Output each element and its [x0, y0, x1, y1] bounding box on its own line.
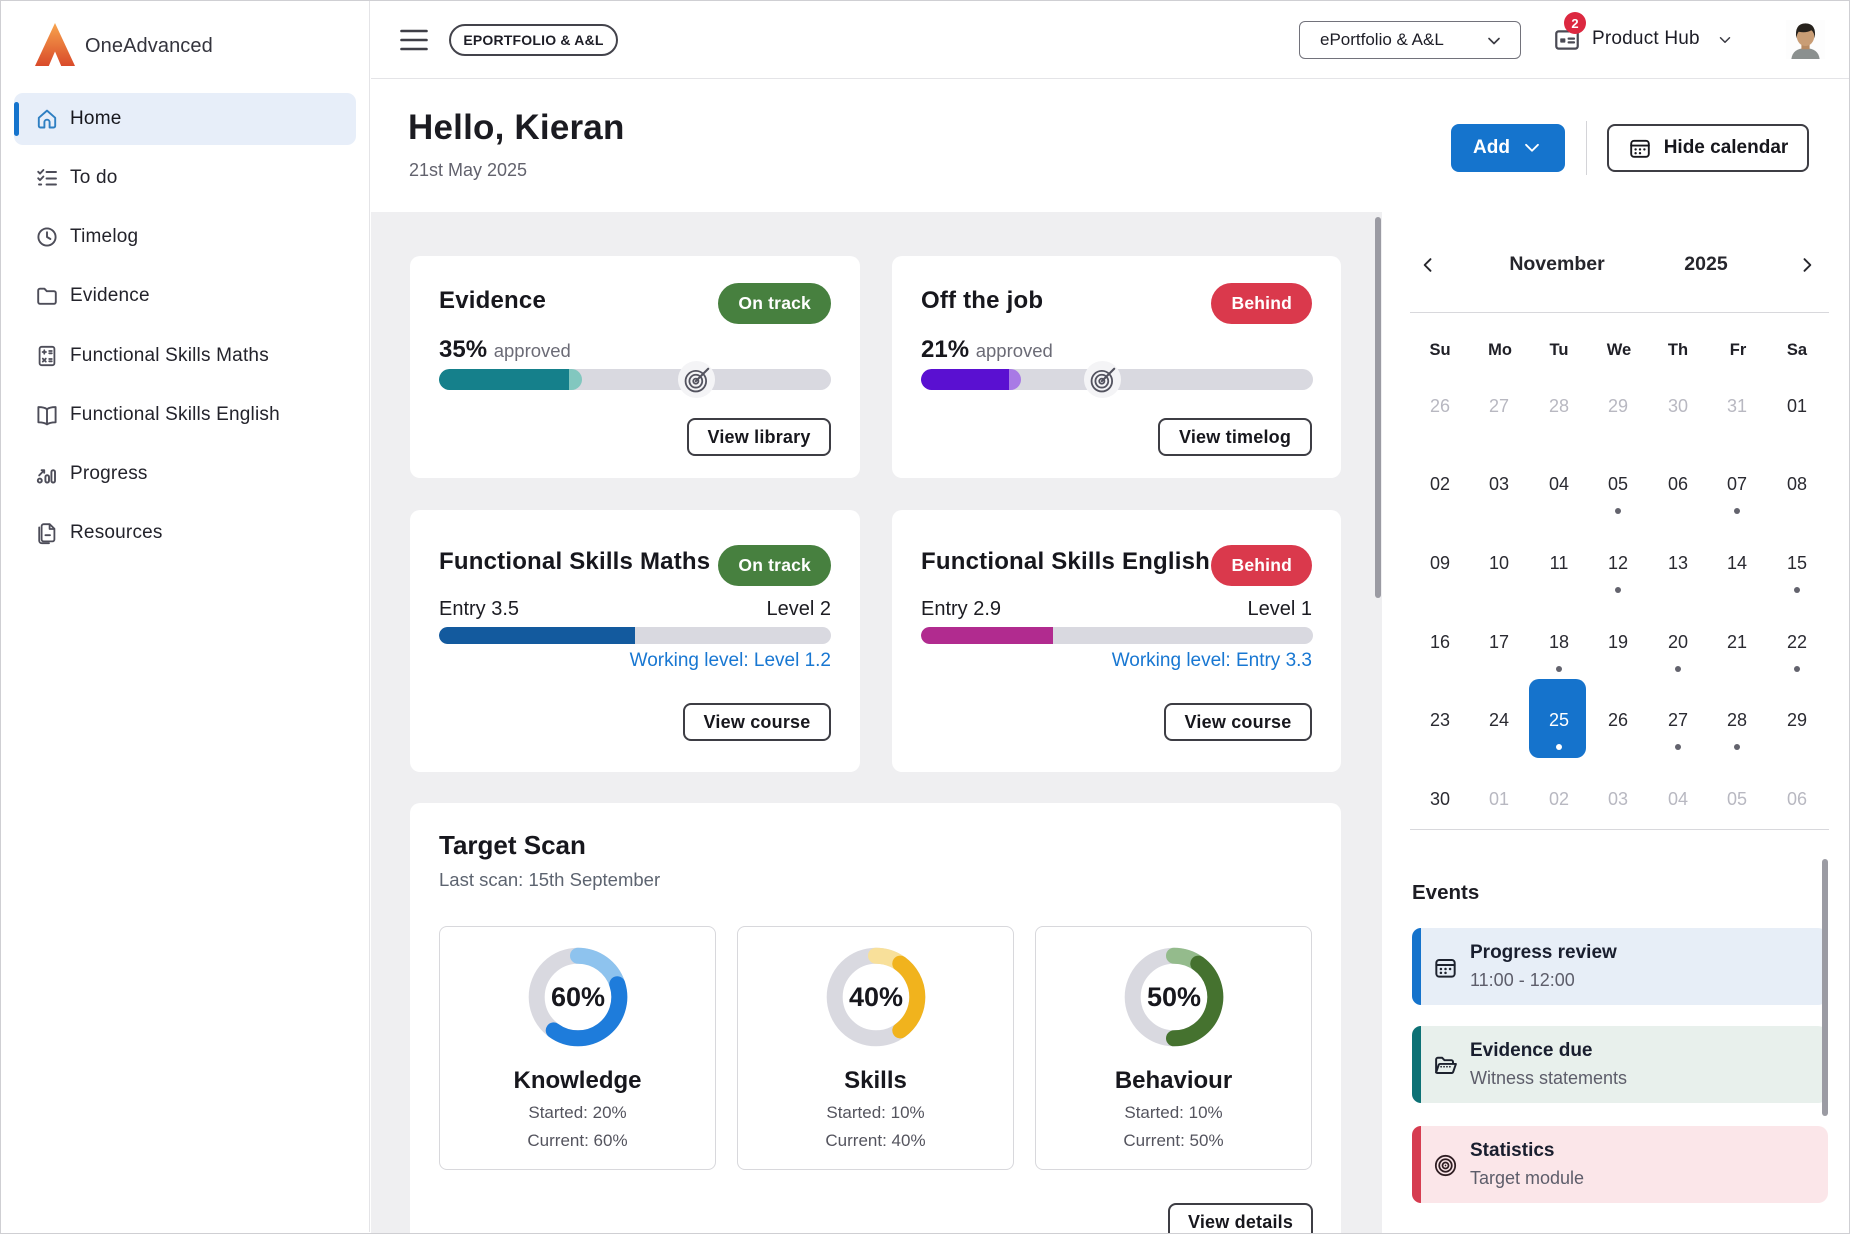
- svg-text:60%: 60%: [551, 982, 605, 1012]
- svg-text:50%: 50%: [1147, 982, 1201, 1012]
- svg-text:40%: 40%: [849, 982, 903, 1012]
